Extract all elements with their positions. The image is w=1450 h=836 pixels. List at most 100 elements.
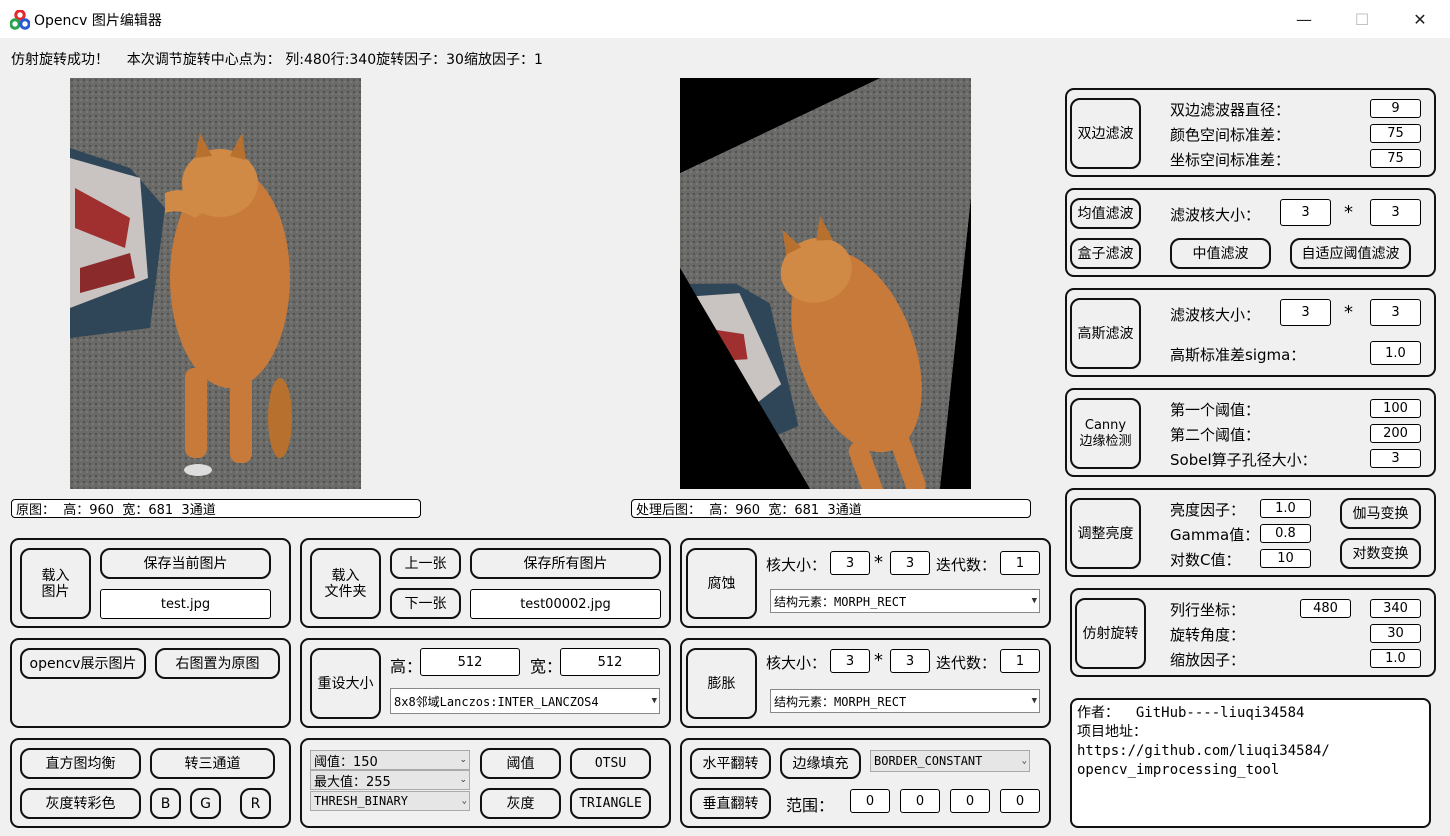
resize-w-field[interactable]: 512	[560, 648, 660, 676]
canny-t1-label: 第一个阈值：	[1170, 401, 1261, 419]
erode-iter-label: 迭代数：	[936, 556, 997, 574]
median-filter-button[interactable]: 中值滤波	[1170, 238, 1271, 269]
diameter-label: 双边滤波器直径：	[1170, 101, 1291, 119]
range-2-field[interactable]: 0	[900, 789, 940, 813]
bilateral-filter-button[interactable]: 双边滤波	[1070, 98, 1141, 169]
dilate-element-select[interactable]: 结构元素：MORPH_RECT ▼	[770, 689, 1040, 713]
affine-rotate-button[interactable]: 仿射旋转	[1075, 598, 1146, 669]
minimize-button[interactable]: —	[1275, 0, 1333, 38]
affine-row-field[interactable]: 340	[1370, 599, 1421, 618]
gaussian-sigma-field[interactable]: 1.0	[1370, 341, 1421, 365]
load-folder-button[interactable]: 载入 文件夹	[310, 548, 381, 619]
color-sigma-field[interactable]: 75	[1370, 124, 1421, 143]
resize-button[interactable]: 重设大小	[310, 648, 381, 719]
mean-kernel-w-field[interactable]: 3	[1280, 199, 1331, 226]
border-fill-button[interactable]: 边缘填充	[780, 748, 861, 779]
max-value: 最大值：255	[314, 774, 391, 790]
hflip-button[interactable]: 水平翻转	[690, 748, 771, 779]
save-all-button[interactable]: 保存所有图片	[470, 548, 661, 579]
canny-t1-field[interactable]: 100	[1370, 399, 1421, 418]
triangle-button[interactable]: TRIANGLE	[570, 788, 651, 819]
gaussian-kernel-label: 滤波核大小：	[1170, 306, 1261, 324]
max-value-select[interactable]: 最大值：255 ⌄	[310, 770, 470, 790]
mean-filter-button[interactable]: 均值滤波	[1070, 198, 1141, 229]
close-button[interactable]: ✕	[1391, 0, 1449, 38]
canny-t2-field[interactable]: 200	[1370, 424, 1421, 443]
gamma-field[interactable]: 0.8	[1260, 524, 1311, 543]
original-info: 原图： 高：960 宽：681 3通道	[11, 499, 421, 518]
erode-element-select[interactable]: 结构元素：MORPH_RECT ▼	[770, 589, 1040, 613]
erode-button[interactable]: 腐蚀	[686, 548, 757, 619]
range-label: 范围：	[786, 796, 835, 815]
maximize-button[interactable]: ☐	[1333, 0, 1391, 38]
dilate-kernel-h-field[interactable]: 3	[890, 649, 930, 673]
gaussian-filter-button[interactable]: 高斯滤波	[1070, 298, 1141, 369]
otsu-button[interactable]: OTSU	[570, 748, 651, 779]
processed-info: 处理后图： 高：960 宽：681 3通道	[631, 499, 1031, 518]
reset-right-button[interactable]: 右图置为原图	[155, 648, 280, 679]
erode-iter-field[interactable]: 1	[1000, 551, 1040, 575]
gaussian-kernel-h-field[interactable]: 3	[1370, 299, 1421, 326]
dilate-kernel-w-field[interactable]: 3	[830, 649, 870, 673]
save-current-button[interactable]: 保存当前图片	[100, 548, 271, 579]
range-4-field[interactable]: 0	[1000, 789, 1040, 813]
brightness-field[interactable]: 1.0	[1260, 499, 1311, 518]
gaussian-kernel-w-field[interactable]: 3	[1280, 299, 1331, 326]
threshold-type-value: THRESH_BINARY	[314, 794, 408, 808]
g-channel-button[interactable]: G	[190, 788, 221, 819]
logc-field[interactable]: 10	[1260, 549, 1311, 568]
opencv-logo-icon	[10, 10, 30, 30]
canny-button[interactable]: Canny 边缘检测	[1070, 398, 1141, 469]
border-type-value: BORDER_CONSTANT	[874, 754, 983, 768]
range-1-field[interactable]: 0	[850, 789, 890, 813]
box-filter-button[interactable]: 盒子滤波	[1070, 238, 1141, 269]
to-three-channel-button[interactable]: 转三通道	[150, 748, 275, 779]
r-channel-button[interactable]: R	[240, 788, 271, 819]
interpolation-select[interactable]: 8x8邻域Lanczos:INTER_LANCZOS4 ▼	[390, 688, 660, 714]
affine-angle-field[interactable]: 30	[1370, 624, 1421, 643]
equalize-hist-button[interactable]: 直方图均衡	[20, 748, 141, 779]
adaptive-threshold-button[interactable]: 自适应阈值滤波	[1290, 238, 1411, 269]
load-image-button[interactable]: 载入 图片	[20, 548, 91, 619]
erode-element-value: 结构元素：MORPH_RECT	[774, 594, 907, 609]
mean-kernel-h-field[interactable]: 3	[1370, 199, 1421, 226]
dilate-iter-field[interactable]: 1	[1000, 649, 1040, 673]
b-channel-button[interactable]: B	[150, 788, 181, 819]
diameter-field[interactable]: 9	[1370, 99, 1421, 118]
image-filename-field[interactable]: test.jpg	[100, 589, 271, 619]
gray-button[interactable]: 灰度	[480, 788, 561, 819]
about-textarea[interactable]: 作者： GitHub----liuqi34584 项目地址： https://g…	[1070, 698, 1431, 828]
dilate-button[interactable]: 膨胀	[686, 648, 757, 719]
erode-kernel-w-field[interactable]: 3	[830, 551, 870, 575]
vflip-button[interactable]: 垂直翻转	[690, 788, 771, 819]
resize-h-field[interactable]: 512	[420, 648, 520, 676]
mean-times-label: *	[1344, 202, 1353, 223]
brightness-label: 亮度因子：	[1170, 501, 1246, 519]
folder-filename-field[interactable]: test00002.jpg	[470, 589, 661, 619]
erode-times-label: *	[874, 552, 883, 573]
mean-kernel-label: 滤波核大小：	[1170, 206, 1261, 224]
erode-kernel-h-field[interactable]: 3	[890, 551, 930, 575]
chevron-down-icon: ⌄	[459, 775, 467, 785]
log-transform-button[interactable]: 对数变换	[1340, 538, 1421, 569]
gaussian-sigma-label: 高斯标准差sigma：	[1170, 346, 1306, 364]
gamma-transform-button[interactable]: 伽马变换	[1340, 498, 1421, 529]
threshold-button[interactable]: 阈值	[480, 748, 561, 779]
adjust-brightness-button[interactable]: 调整亮度	[1070, 498, 1141, 569]
chevron-down-icon: ⌄	[459, 755, 467, 765]
range-3-field[interactable]: 0	[950, 789, 990, 813]
prev-image-button[interactable]: 上一张	[390, 548, 461, 579]
threshold-select[interactable]: 阈值：150 ⌄	[310, 750, 470, 770]
threshold-type-select[interactable]: THRESH_BINARY ⌄	[310, 791, 470, 811]
sobel-field[interactable]: 3	[1370, 449, 1421, 468]
next-image-button[interactable]: 下一张	[390, 588, 461, 619]
affine-col-field[interactable]: 480	[1300, 599, 1351, 618]
border-type-select[interactable]: BORDER_CONSTANT ⌄	[870, 750, 1030, 772]
title-bar: Opencv 图片编辑器 — ☐ ✕	[0, 0, 1450, 38]
sobel-label: Sobel算子孔径大小：	[1170, 451, 1317, 469]
affine-scale-field[interactable]: 1.0	[1370, 649, 1421, 668]
space-sigma-field[interactable]: 75	[1370, 149, 1421, 168]
gray-to-color-button[interactable]: 灰度转彩色	[20, 788, 141, 819]
opencv-show-button[interactable]: opencv展示图片	[20, 648, 146, 679]
dilate-kernel-label: 核大小：	[766, 654, 827, 672]
